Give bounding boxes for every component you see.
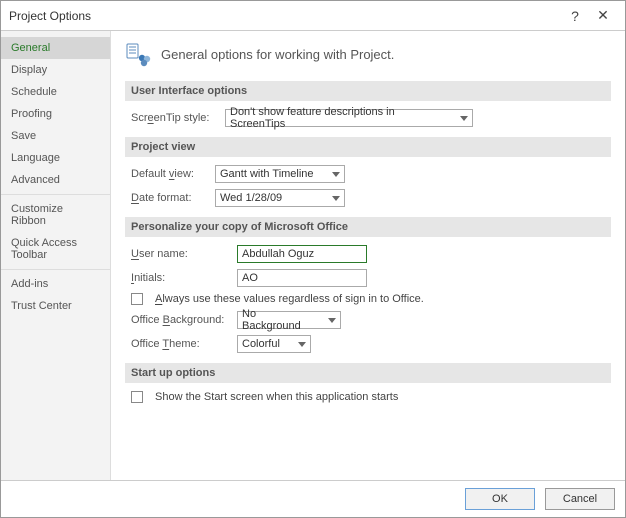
screentip-value: Don't show feature descriptions in Scree… (230, 106, 448, 130)
default-view-value: Gantt with Timeline (220, 168, 314, 180)
category-sidebar: General Display Schedule Proofing Save L… (1, 31, 111, 480)
titlebar: Project Options ? ✕ (1, 1, 625, 31)
close-button[interactable]: ✕ (589, 5, 617, 27)
section-ui-options: User Interface options (125, 81, 611, 101)
ok-button[interactable]: OK (465, 488, 535, 510)
help-button[interactable]: ? (561, 5, 589, 27)
sidebar-item-add-ins[interactable]: Add-ins (1, 273, 110, 295)
office-background-select[interactable]: No Background (237, 311, 341, 329)
initials-input[interactable]: AO (237, 269, 367, 287)
sidebar-item-display[interactable]: Display (1, 59, 110, 81)
page-heading: General options for working with Project… (161, 47, 394, 62)
section-startup: Start up options (125, 363, 611, 383)
row-date-format: Date format: Wed 1/28/09 (125, 189, 611, 207)
initials-value: AO (242, 272, 258, 284)
chevron-down-icon (298, 342, 306, 347)
page-header: General options for working with Project… (125, 41, 611, 67)
sidebar-item-quick-access-toolbar[interactable]: Quick Access Toolbar (1, 232, 110, 266)
dialog-footer: OK Cancel (1, 481, 625, 517)
screentip-select[interactable]: Don't show feature descriptions in Scree… (225, 109, 473, 127)
office-background-label: Office Background: (131, 314, 231, 326)
sidebar-item-customize-ribbon[interactable]: Customize Ribbon (1, 198, 110, 232)
office-background-value: No Background (242, 308, 316, 332)
date-format-value: Wed 1/28/09 (220, 192, 282, 204)
sidebar-item-general[interactable]: General (1, 37, 110, 59)
default-view-label: Default view: (131, 168, 209, 180)
sidebar-item-proofing[interactable]: Proofing (1, 103, 110, 125)
sidebar-item-schedule[interactable]: Schedule (1, 81, 110, 103)
general-options-icon (125, 41, 151, 67)
chevron-down-icon (332, 172, 340, 177)
window-title: Project Options (9, 9, 561, 23)
row-screentip: ScreenTip style: Don't show feature desc… (125, 109, 611, 127)
options-dialog: Project Options ? ✕ General Display Sche… (0, 0, 626, 518)
user-name-label: User name: (131, 248, 231, 260)
date-format-label: Date format: (131, 192, 209, 204)
row-show-start: Show the Start screen when this applicat… (125, 391, 611, 403)
row-office-background: Office Background: No Background (125, 311, 611, 329)
sidebar-item-language[interactable]: Language (1, 147, 110, 169)
row-default-view: Default view: Gantt with Timeline (125, 165, 611, 183)
date-format-select[interactable]: Wed 1/28/09 (215, 189, 345, 207)
row-office-theme: Office Theme: Colorful (125, 335, 611, 353)
chevron-down-icon (328, 318, 336, 323)
main-panel: General options for working with Project… (111, 31, 625, 480)
row-always-use: Always use these values regardless of si… (125, 293, 611, 305)
chevron-down-icon (460, 116, 468, 121)
show-start-checkbox[interactable] (131, 391, 143, 403)
always-use-label: Always use these values regardless of si… (155, 293, 424, 305)
sidebar-item-trust-center[interactable]: Trust Center (1, 295, 110, 317)
default-view-select[interactable]: Gantt with Timeline (215, 165, 345, 183)
sidebar-item-save[interactable]: Save (1, 125, 110, 147)
sidebar-separator (1, 194, 110, 195)
user-name-input[interactable]: Abdullah Oguz (237, 245, 367, 263)
always-use-checkbox[interactable] (131, 293, 143, 305)
show-start-label: Show the Start screen when this applicat… (155, 391, 398, 403)
row-user-name: User name: Abdullah Oguz (125, 245, 611, 263)
section-project-view: Project view (125, 137, 611, 157)
cancel-button[interactable]: Cancel (545, 488, 615, 510)
chevron-down-icon (332, 196, 340, 201)
section-personalize: Personalize your copy of Microsoft Offic… (125, 217, 611, 237)
sidebar-item-advanced[interactable]: Advanced (1, 169, 110, 191)
sidebar-separator (1, 269, 110, 270)
row-initials: Initials: AO (125, 269, 611, 287)
office-theme-select[interactable]: Colorful (237, 335, 311, 353)
office-theme-value: Colorful (242, 338, 280, 350)
dialog-body: General Display Schedule Proofing Save L… (1, 31, 625, 481)
screentip-label: ScreenTip style: (131, 112, 219, 124)
initials-label: Initials: (131, 272, 231, 284)
user-name-value: Abdullah Oguz (242, 248, 314, 260)
office-theme-label: Office Theme: (131, 338, 231, 350)
